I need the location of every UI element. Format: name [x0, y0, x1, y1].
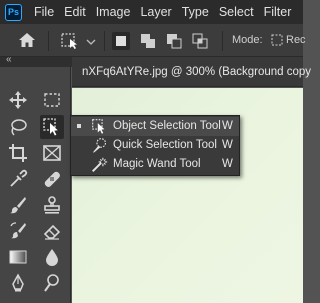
dodge-icon — [44, 274, 59, 292]
gradient-icon — [9, 250, 27, 264]
menu-layer[interactable]: Layer — [140, 5, 171, 19]
flyout-item-label: Magic Wand Tool — [113, 158, 201, 170]
selected-bullet — [77, 124, 81, 128]
options-bar: Mode: Rec — [0, 24, 306, 57]
mode-select[interactable]: Rec — [269, 31, 309, 49]
subtract-from-selection-button[interactable] — [166, 33, 182, 54]
frame-icon — [43, 145, 61, 161]
crop-icon — [9, 144, 27, 162]
intersect-selection-button[interactable] — [192, 33, 208, 54]
eraser-tool[interactable] — [40, 219, 64, 243]
flyout-item-shortcut: W — [222, 158, 233, 170]
selection-tools-flyout: Object Selection Tool W Quick Selection … — [70, 115, 240, 176]
move-icon — [9, 91, 27, 109]
menu-edit[interactable]: Edit — [64, 5, 86, 19]
history-brush-tool[interactable] — [6, 219, 30, 243]
intersect-selection-icon — [192, 33, 208, 49]
photoshop-logo[interactable]: Ps — [5, 3, 22, 21]
eyedropper-tool[interactable] — [6, 167, 30, 191]
menu-bar: Ps File Edit Image Layer Type Select Fil… — [0, 0, 303, 24]
lasso-icon — [11, 119, 27, 136]
mode-label: Mode: — [232, 34, 263, 46]
home-icon[interactable] — [18, 32, 36, 53]
flyout-item-shortcut: W — [222, 139, 233, 151]
stamp-icon — [44, 196, 60, 214]
pen-tool[interactable] — [6, 271, 30, 295]
flyout-item-label: Quick Selection Tool — [113, 139, 217, 151]
brush-tool[interactable] — [6, 193, 30, 217]
mode-value: Rec — [286, 34, 306, 46]
blur-drop-icon — [46, 249, 58, 266]
new-selection-button[interactable] — [112, 32, 130, 50]
history-brush-icon — [10, 222, 26, 239]
menu-filter[interactable]: Filter — [264, 5, 292, 19]
toolbar-header: « — [0, 54, 72, 67]
object-selection-icon — [92, 119, 105, 134]
menu-file[interactable]: File — [34, 5, 54, 19]
tools-panel — [0, 67, 71, 303]
frame-tool[interactable] — [40, 141, 64, 165]
brush-icon — [10, 197, 26, 214]
flyout-item-quick-selection[interactable]: Quick Selection Tool W — [71, 136, 239, 155]
menu-list: File Edit Image Layer Type Select Filter — [28, 5, 295, 19]
move-tool[interactable] — [6, 88, 30, 112]
object-selection-tool[interactable] — [40, 115, 64, 139]
rectangle-mode-icon — [271, 34, 283, 46]
blur-tool[interactable] — [40, 245, 64, 269]
flyout-item-label: Object Selection Tool — [113, 120, 221, 132]
magic-wand-icon — [92, 157, 108, 172]
lasso-tool[interactable] — [6, 115, 30, 139]
menu-select[interactable]: Select — [219, 5, 254, 19]
object-selection-icon — [43, 118, 58, 136]
new-selection-icon — [112, 32, 130, 50]
eraser-icon — [43, 224, 61, 240]
flyout-item-shortcut: W — [222, 120, 233, 132]
pen-icon — [12, 273, 24, 292]
add-to-selection-button[interactable] — [140, 33, 156, 54]
clone-stamp-tool[interactable] — [40, 193, 64, 217]
add-to-selection-icon — [141, 34, 155, 48]
eyedropper-icon — [10, 169, 28, 187]
tool-preset-picker[interactable] — [60, 32, 98, 55]
gradient-tool[interactable] — [6, 245, 30, 269]
spot-healing-brush-tool[interactable] — [40, 167, 64, 191]
marquee-icon — [44, 93, 60, 107]
rectangular-marquee-tool[interactable] — [40, 88, 64, 112]
bandage-icon — [44, 171, 60, 187]
document-tab[interactable]: nXFq6AtYRe.jpg @ 300% (Background copy — [82, 66, 311, 78]
crop-tool[interactable] — [6, 141, 30, 165]
collapse-toolbar-button[interactable]: « — [6, 54, 12, 65]
flyout-item-object-selection[interactable]: Object Selection Tool W — [71, 117, 239, 136]
flyout-item-magic-wand[interactable]: Magic Wand Tool W — [71, 155, 239, 174]
quick-selection-icon — [93, 138, 107, 153]
menu-image[interactable]: Image — [96, 5, 131, 19]
subtract-from-selection-icon — [167, 34, 182, 49]
menu-type[interactable]: Type — [182, 5, 209, 19]
dodge-tool[interactable] — [40, 271, 64, 295]
